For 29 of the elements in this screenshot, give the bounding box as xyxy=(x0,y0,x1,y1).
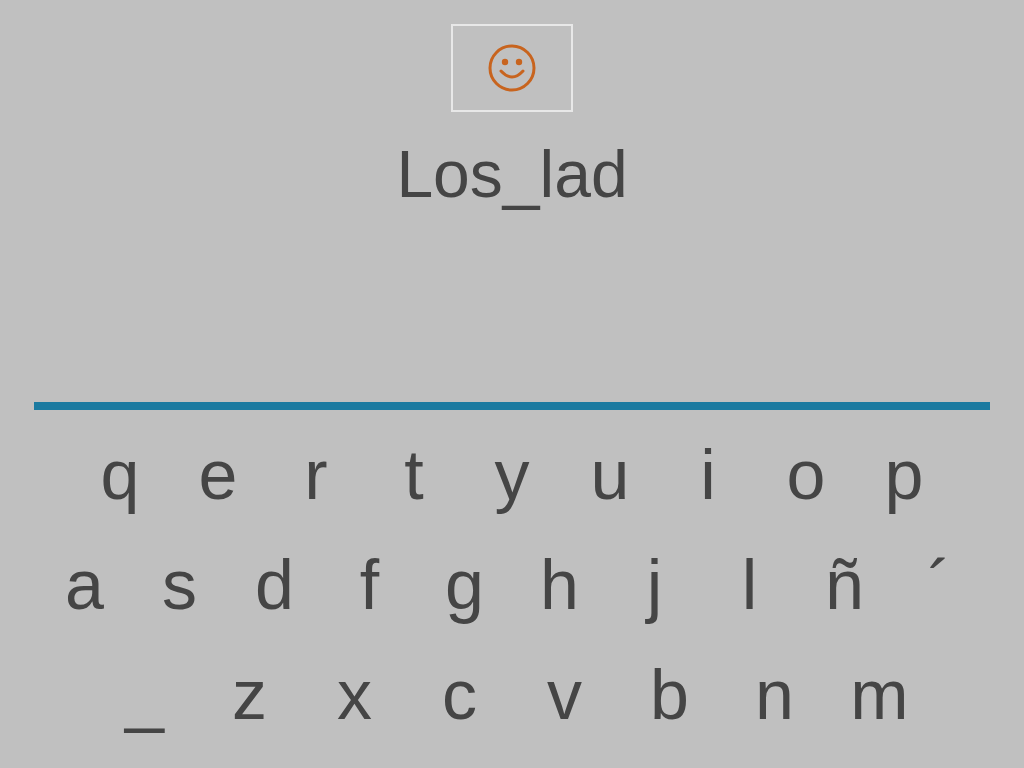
letter-key[interactable]: s xyxy=(132,530,227,640)
letter-key[interactable]: c xyxy=(407,640,512,750)
letter-key[interactable]: b xyxy=(617,640,722,750)
letter-key[interactable]: x xyxy=(302,640,407,750)
letter-key[interactable]: v xyxy=(512,640,617,750)
letter-key[interactable]: u xyxy=(561,420,659,530)
letter-key[interactable]: g xyxy=(417,530,512,640)
letter-key[interactable]: q xyxy=(71,420,169,530)
letter-key[interactable]: ñ xyxy=(797,530,892,640)
letter-key[interactable]: j xyxy=(607,530,702,640)
letter-key[interactable]: a xyxy=(37,530,132,640)
smiley-icon xyxy=(486,42,538,94)
letter-key[interactable]: n xyxy=(722,640,827,750)
letter-key[interactable]: ´ xyxy=(892,530,987,640)
letter-key[interactable]: h xyxy=(512,530,607,640)
letter-key[interactable]: i xyxy=(659,420,757,530)
letter-key[interactable]: y xyxy=(463,420,561,530)
letter-key[interactable]: _ xyxy=(92,640,197,750)
letter-key[interactable]: f xyxy=(322,530,417,640)
letter-key[interactable]: z xyxy=(197,640,302,750)
letter-key[interactable]: e xyxy=(169,420,267,530)
word-text: Los_lad xyxy=(396,136,628,213)
letter-key[interactable]: m xyxy=(827,640,932,750)
letter-key[interactable]: o xyxy=(757,420,855,530)
letter-key[interactable]: t xyxy=(365,420,463,530)
letter-key[interactable]: p xyxy=(855,420,953,530)
letter-key[interactable]: d xyxy=(227,530,322,640)
letter-key[interactable]: l xyxy=(702,530,797,640)
letter-key[interactable]: r xyxy=(267,420,365,530)
